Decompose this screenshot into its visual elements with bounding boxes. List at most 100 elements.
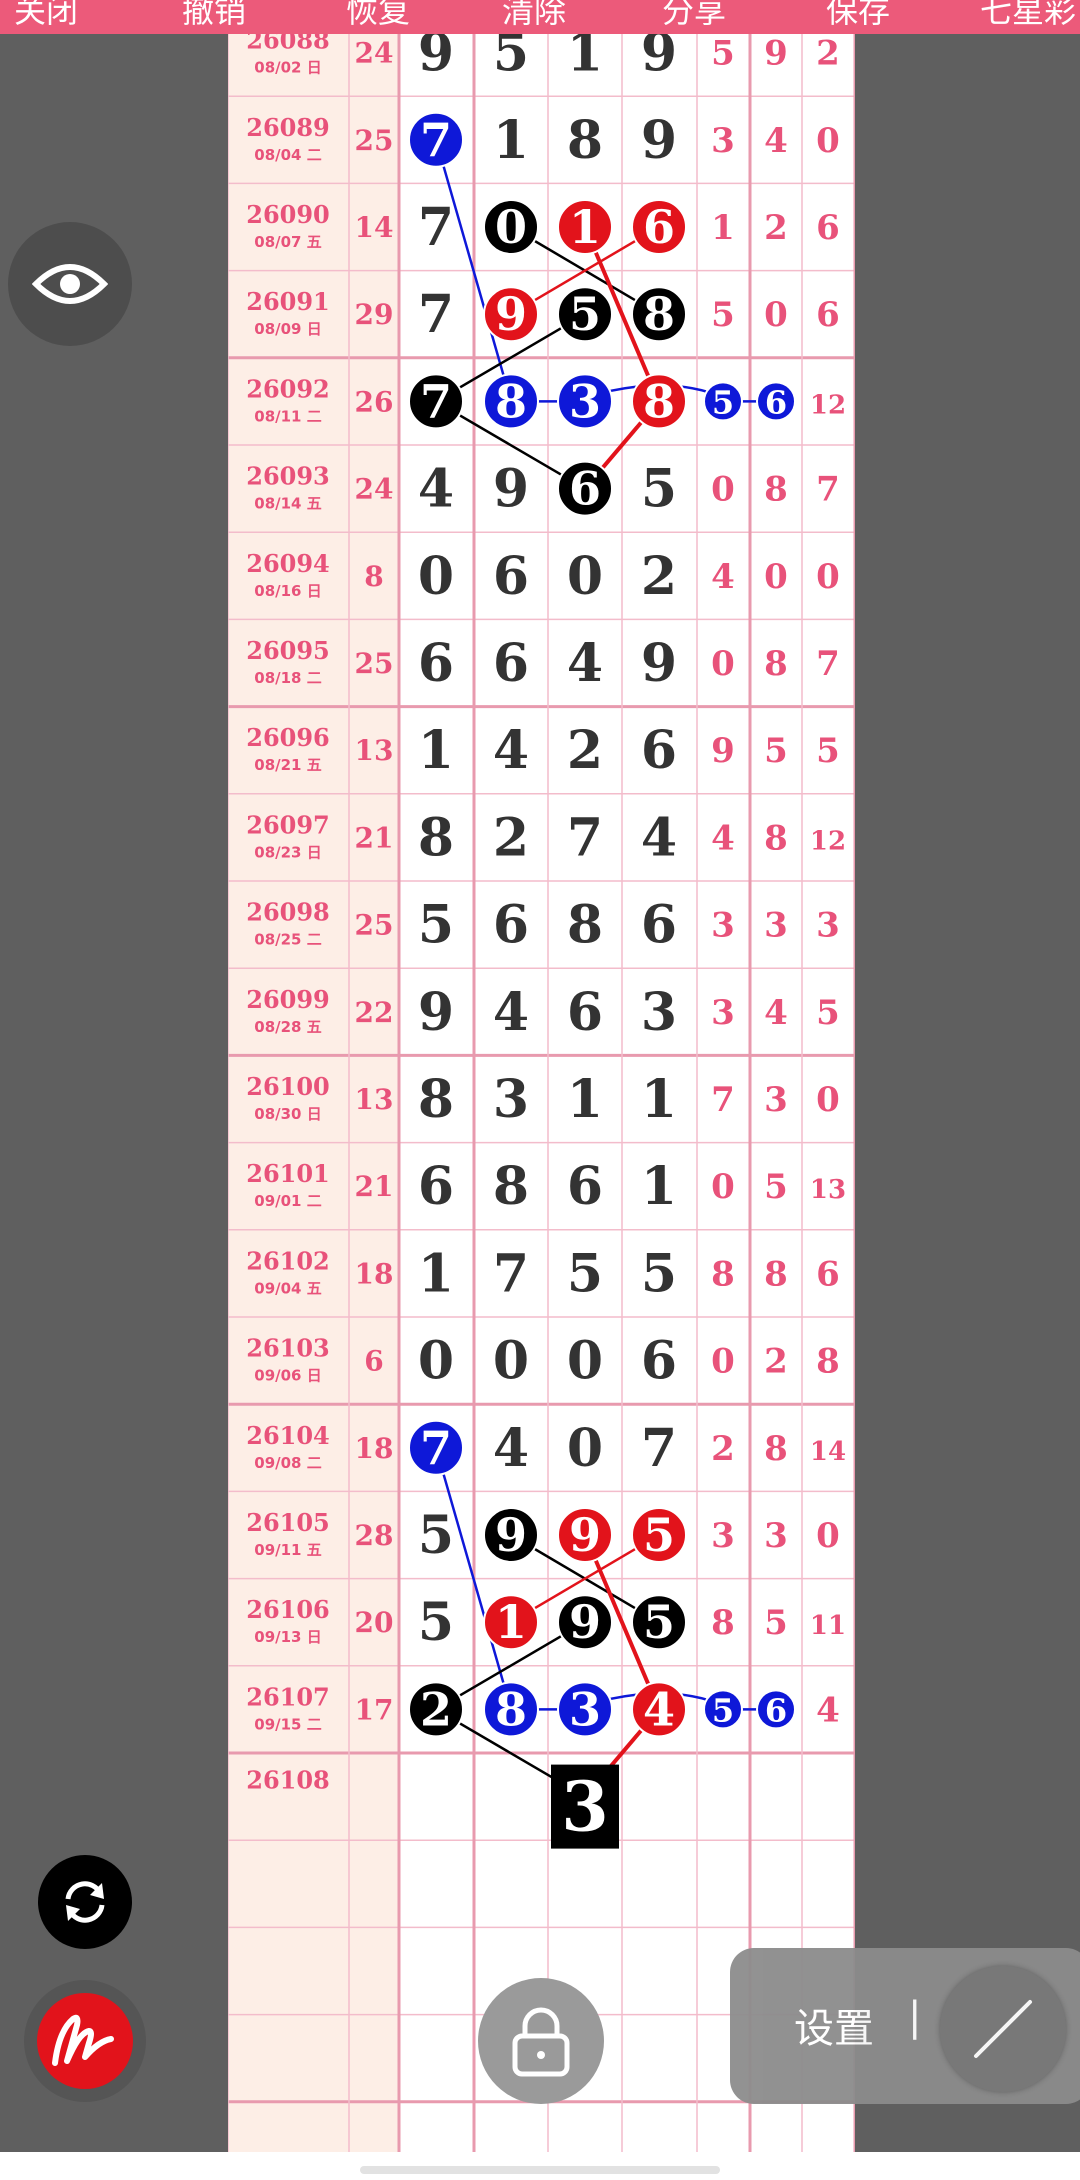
extra-value: 7: [711, 1080, 735, 1120]
digit-value: 6: [493, 546, 529, 607]
home-indicator[interactable]: [360, 2166, 720, 2174]
lottery-type-button[interactable]: 七星彩: [980, 0, 1076, 32]
issue-date: 08/07 五: [254, 233, 321, 251]
issue-number: 26088: [246, 34, 330, 55]
sum-value: 20: [355, 1606, 394, 1639]
save-button[interactable]: 保存: [826, 0, 890, 32]
settings-button[interactable]: 设置: [794, 1996, 874, 2054]
digit-value: 6: [567, 1156, 603, 1217]
digit-value: 9: [569, 1508, 601, 1562]
eye-toggle-button[interactable]: [8, 222, 132, 346]
digit-value: 6: [418, 633, 454, 694]
digit-value: 4: [567, 633, 603, 694]
issue-date: 08/28 五: [254, 1018, 321, 1036]
issue-date: 08/14 五: [254, 495, 321, 513]
sum-value: 6: [364, 1345, 383, 1378]
digit-value: 1: [418, 720, 454, 781]
close-button[interactable]: 关闭: [14, 0, 78, 32]
sum-value: 13: [355, 734, 394, 767]
share-button[interactable]: 分享: [662, 0, 726, 32]
top-toolbar: 关闭 撤销 恢复 清除 分享 保存 七星彩: [0, 0, 1080, 34]
digit-value: 5: [569, 287, 601, 341]
issue-number: 26094: [246, 549, 330, 578]
extra-value: 3: [764, 906, 788, 946]
extra-value: 2: [816, 34, 840, 74]
digit-value: 2: [493, 807, 529, 868]
extra-value: 0: [816, 121, 840, 161]
issue-date: 08/02 日: [254, 59, 321, 77]
digit-value: 0: [493, 1331, 529, 1392]
sum-value: 21: [355, 821, 394, 854]
digit-value: 9: [569, 1595, 601, 1649]
extra-value: 6: [765, 383, 787, 421]
sum-value: 24: [355, 37, 394, 70]
trend-chart-grid[interactable]: 26088 08/02 日 24 9 5 1 9 5 9 2 26089 08/04 二 25 7 1 8 9 3…: [228, 34, 855, 2152]
extra-value: 5: [764, 731, 788, 771]
issue-date: 08/30 日: [254, 1105, 321, 1123]
clear-button[interactable]: 清除: [502, 0, 566, 32]
extra-value: 0: [711, 470, 735, 510]
extra-value: 0: [764, 295, 788, 335]
issue-number: 26104: [246, 1421, 330, 1450]
digit-value: 9: [641, 110, 677, 171]
extra-value: 5: [764, 1167, 788, 1207]
sum-value: 8: [364, 560, 383, 593]
digit-value: 9: [493, 459, 529, 520]
trend-chart-canvas: 2608808/02 日 24 9 5 1 9 5 9 22608908/04 二 25 7 1 8 9 3…: [228, 34, 855, 2152]
digit-value: 5: [643, 1508, 675, 1562]
digit-value: 5: [493, 34, 529, 84]
digit-value: 4: [493, 720, 529, 781]
extra-value: 7: [816, 644, 840, 684]
digit-value: 3: [493, 1069, 529, 1130]
extra-value: 9: [764, 34, 788, 74]
redo-button[interactable]: 恢复: [346, 0, 410, 32]
extra-value: 0: [711, 1167, 735, 1207]
extra-value: 7: [816, 470, 840, 510]
eye-icon: [32, 264, 108, 304]
digit-value: 7: [420, 374, 452, 428]
extra-value: 4: [711, 818, 735, 858]
digit-value: 7: [420, 113, 452, 167]
digit-value: 2: [420, 1682, 452, 1736]
issue-date: 09/13 日: [254, 1628, 321, 1646]
issue-number: 26102: [246, 1246, 330, 1275]
refresh-button[interactable]: [38, 1855, 132, 1949]
issue-date: 08/11 二: [254, 407, 321, 425]
digit-value: 6: [493, 633, 529, 694]
issue-date: 09/15 二: [254, 1715, 321, 1733]
undo-button[interactable]: 撤销: [182, 0, 246, 32]
extra-value: 11: [810, 1611, 846, 1641]
extra-value: 13: [810, 1175, 846, 1205]
sum-value: 25: [355, 647, 394, 680]
extra-value: 8: [764, 470, 788, 510]
extra-value: 5: [816, 731, 840, 771]
digit-value: 7: [418, 197, 454, 258]
line-tool-button[interactable]: [940, 1966, 1066, 2092]
digit-value: 2: [567, 720, 603, 781]
digit-value: 8: [567, 895, 603, 956]
settings-separator: |: [908, 1994, 922, 2040]
extra-value: 3: [711, 993, 735, 1033]
digit-value: 9: [495, 1508, 527, 1562]
extra-value: 4: [764, 121, 788, 161]
extra-value: 1: [711, 208, 735, 248]
digit-value: 6: [641, 1331, 677, 1392]
sum-value: 25: [355, 909, 394, 942]
issue-number: 26093: [246, 462, 330, 491]
digit-value: 7: [493, 1243, 529, 1304]
issue-date: 08/21 五: [254, 756, 321, 774]
digit-value: 3: [569, 1682, 601, 1736]
issue-date: 08/23 日: [254, 843, 321, 861]
digit-value: 9: [495, 287, 527, 341]
lock-button[interactable]: [478, 1978, 604, 2104]
digit-value: 0: [418, 1331, 454, 1392]
digit-value: 8: [643, 287, 675, 341]
extra-value: 8: [711, 1254, 735, 1294]
extra-value: 6: [816, 1254, 840, 1294]
digit-value: 4: [493, 1418, 529, 1479]
extra-value: 3: [711, 121, 735, 161]
issue-number: 26095: [246, 636, 330, 665]
sum-value: 21: [355, 1170, 394, 1203]
pen-tool-button[interactable]: [24, 1980, 146, 2102]
sum-value: 13: [355, 1083, 394, 1116]
